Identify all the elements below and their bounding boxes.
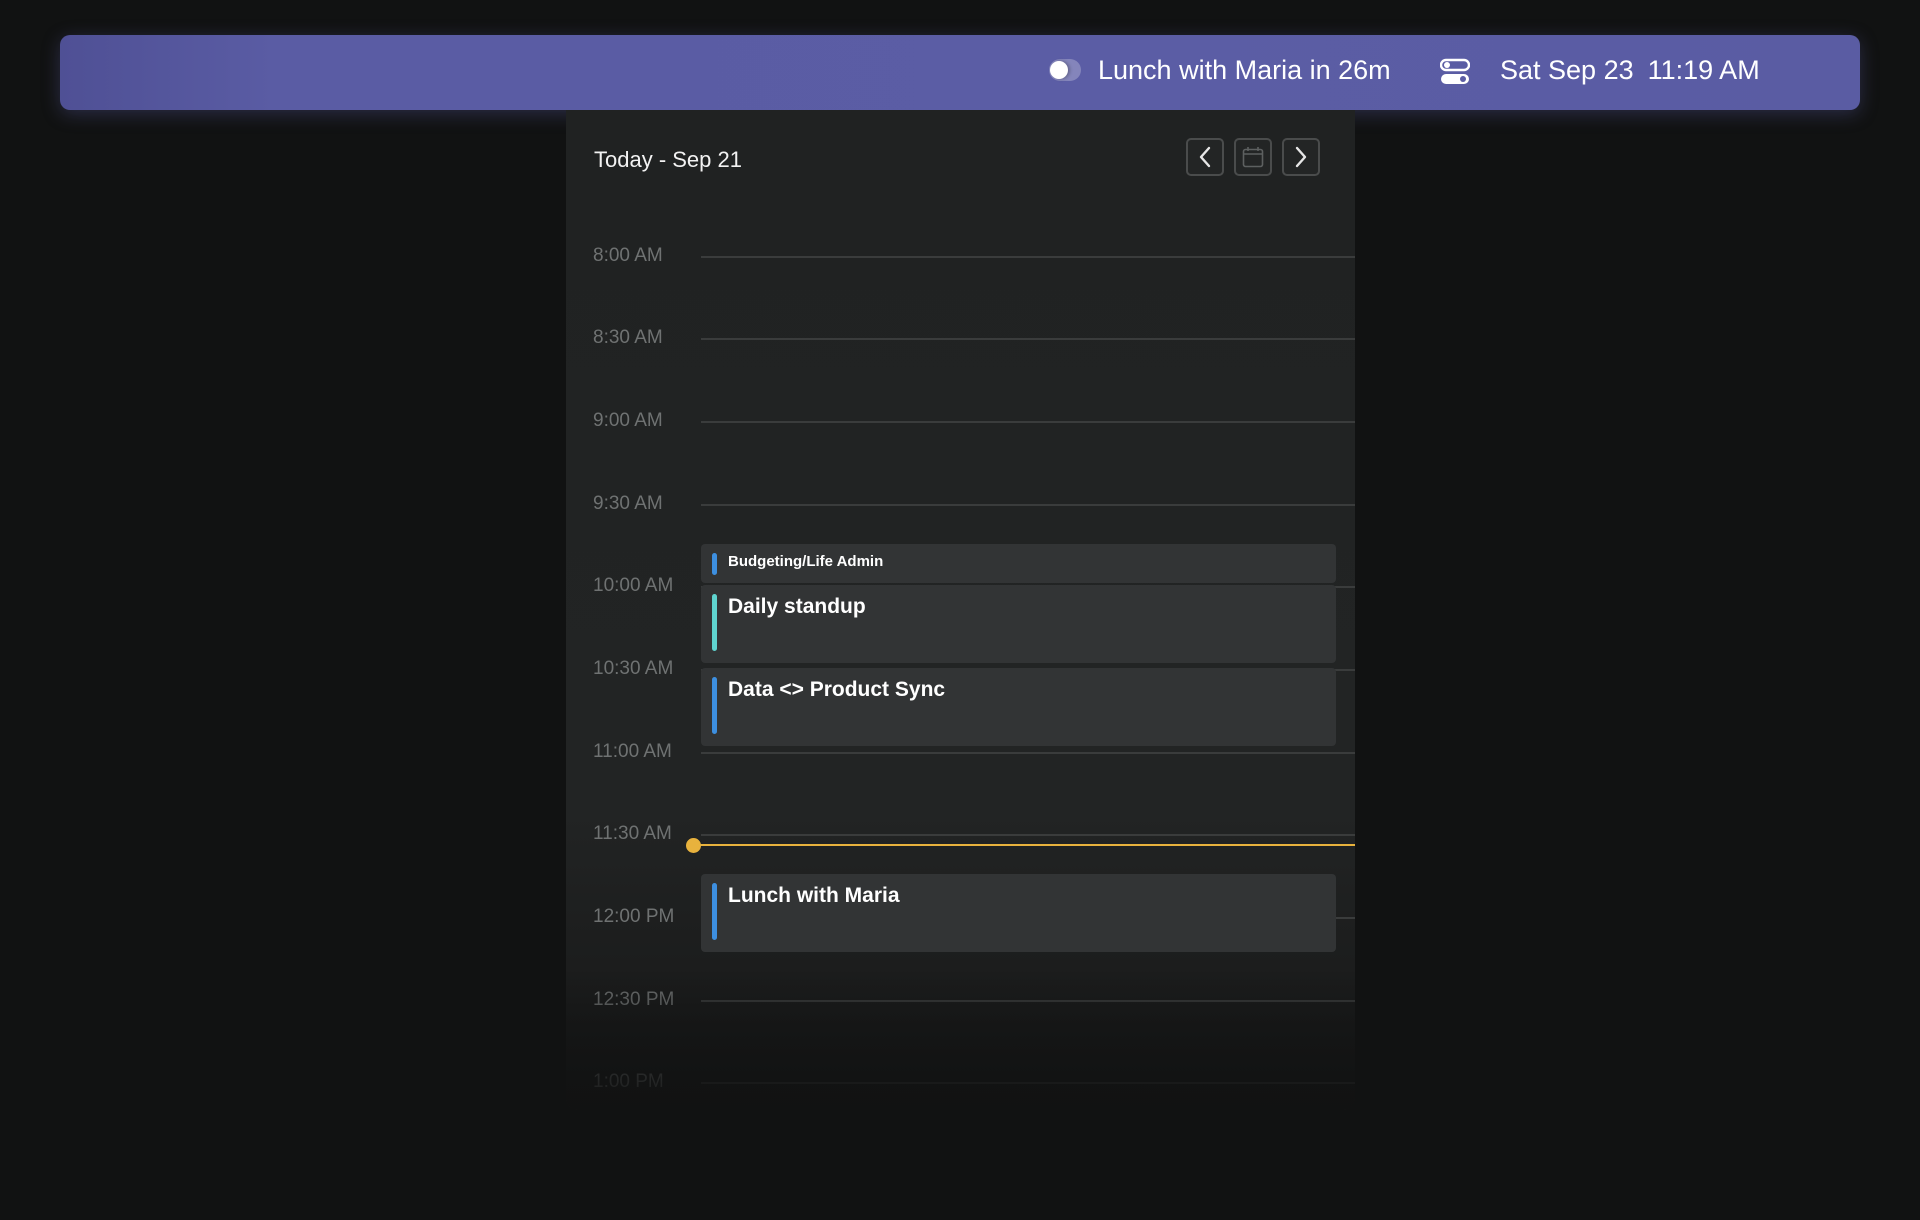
calendar-panel: Today - Sep 21 8:00 AM 8:30 AM 9:00 AM 9… [566,110,1355,1110]
current-time-line [696,844,1355,846]
time-label: 11:00 AM [593,741,672,762]
hour-gridline [701,752,1355,754]
next-day-button[interactable] [1282,138,1320,176]
time-row: 8:30 AM [566,323,1355,353]
event-title: Budgeting/Life Admin [728,553,884,570]
event-color-bar [712,677,717,734]
current-time-dot [686,838,701,853]
calendar-icon [1242,147,1264,168]
time-label: 9:00 AM [593,410,663,431]
time-label: 1:00 PM [593,1071,664,1092]
half-hour-gridline [701,834,1355,836]
half-hour-gridline [701,1000,1355,1002]
time-label: 10:00 AM [593,575,674,596]
menubar-time: 11:19 AM [1647,55,1760,85]
menubar-date: Sat Sep 23 [1500,55,1634,85]
half-hour-gridline [701,338,1355,340]
hour-gridline [701,421,1355,423]
hour-gridline [701,1082,1355,1084]
calendar-title: Today - Sep 21 [594,147,742,172]
previous-day-button[interactable] [1186,138,1224,176]
control-center-icon[interactable] [1440,58,1470,86]
next-event-status[interactable]: Lunch with Maria in 26m [1098,52,1391,88]
time-row: 1:00 PM [566,1067,1355,1097]
event-color-bar [712,883,717,940]
event-color-bar [712,553,717,575]
menubar-clock[interactable]: Sat Sep 23 11:19 AM [1500,52,1760,88]
event-data-product-sync[interactable]: Data <> Product Sync [701,668,1336,746]
event-title: Lunch with Maria [728,884,900,907]
chevron-left-icon [1199,146,1211,168]
time-label: 9:30 AM [593,493,663,514]
event-title: Data <> Product Sync [728,678,946,701]
time-row: 9:00 AM [566,406,1355,436]
today-button[interactable] [1234,138,1272,176]
time-label: 12:00 PM [593,906,675,927]
event-lunch-with-maria[interactable]: Lunch with Maria [701,874,1336,952]
event-budgeting-life-admin[interactable]: Budgeting/Life Admin [701,544,1336,583]
time-label: 8:00 AM [593,245,663,266]
event-title: Daily standup [728,595,866,618]
hour-gridline [701,256,1355,258]
time-row: 9:30 AM [566,489,1355,519]
half-hour-gridline [701,504,1355,506]
time-row: 12:30 PM [566,985,1355,1015]
time-label: 11:30 AM [593,823,672,844]
time-row: 8:00 AM [566,241,1355,271]
toggle-knob [1050,61,1068,79]
event-color-bar [712,594,717,651]
event-daily-standup[interactable]: Daily standup [701,585,1336,663]
menu-bar: Lunch with Maria in 26m Sat Sep 23 11:19 … [60,35,1860,110]
time-label: 10:30 AM [593,658,674,679]
time-label: 12:30 PM [593,989,675,1010]
chevron-right-icon [1295,146,1307,168]
toggle-icon[interactable] [1049,59,1081,81]
time-label: 8:30 AM [593,327,663,348]
